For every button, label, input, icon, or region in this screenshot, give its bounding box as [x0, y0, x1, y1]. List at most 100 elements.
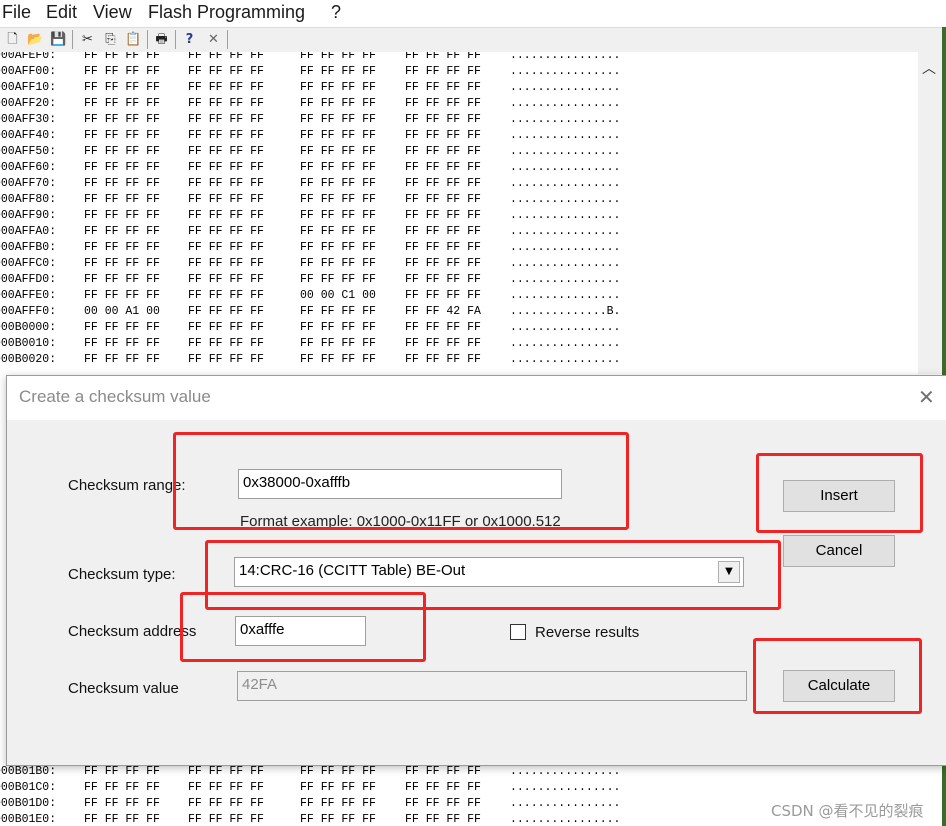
hex-bytes-group: FF FF FF FF — [188, 113, 264, 126]
hex-ascii: ................ — [510, 813, 621, 826]
hex-bytes-group: FF FF FF FF — [188, 797, 264, 810]
hex-bytes-group: FF FF FF FF — [405, 97, 481, 110]
hex-bytes-group: FF FF FF FF — [188, 52, 264, 62]
hex-ascii: ................ — [510, 65, 621, 78]
hex-bytes-group: FF FF FF FF — [84, 241, 160, 254]
chevron-up-icon[interactable]: ︿ — [922, 58, 936, 78]
insert-button[interactable]: Insert — [783, 480, 895, 512]
hex-bytes-group: FF FF FF FF — [188, 129, 264, 142]
hex-address: 000AFFB0: — [0, 241, 57, 254]
hex-ascii: ................ — [510, 177, 621, 190]
calculate-button[interactable]: Calculate — [783, 670, 895, 702]
hex-bytes-group: FF FF FF FF — [405, 321, 481, 334]
reverse-results-checkbox[interactable] — [510, 624, 526, 640]
cancel-button[interactable]: Cancel — [783, 535, 895, 567]
vertical-scrollbar[interactable]: ︿ — [918, 52, 942, 374]
hex-bytes-group: FF FF FF FF — [405, 241, 481, 254]
hex-ascii: ................ — [510, 193, 621, 206]
help-icon[interactable]: ? — [181, 31, 198, 48]
hex-ascii: ................ — [510, 161, 621, 174]
checksum-range-label: Checksum range: — [68, 477, 186, 494]
hex-address: 000AFF20: — [0, 97, 57, 110]
checksum-type-label: Checksum type: — [68, 566, 176, 583]
hex-bytes-group: FF FF FF FF — [84, 765, 160, 778]
hex-bytes-group: FF FF FF FF — [300, 241, 376, 254]
hex-address: 000AFFA0: — [0, 225, 57, 238]
hex-bytes-group: FF FF FF FF — [84, 81, 160, 94]
hex-bytes-group: FF FF FF FF — [405, 145, 481, 158]
hex-bytes-group: FF FF FF FF — [300, 177, 376, 190]
hex-address: 000B0020: — [0, 353, 57, 366]
hex-bytes-group: FF FF FF FF — [188, 337, 264, 350]
hex-address: 000B0010: — [0, 337, 57, 350]
hex-bytes-group: FF FF FF FF — [300, 257, 376, 270]
print-icon[interactable]: 🖶 — [153, 31, 170, 48]
hex-address: 000AFFD0: — [0, 273, 57, 286]
checksum-value-output: 42FA — [237, 671, 747, 701]
menu-flash-programming[interactable]: Flash Programming — [148, 2, 305, 23]
hex-ascii: ................ — [510, 145, 621, 158]
hex-address: 000AFF90: — [0, 209, 57, 222]
menu-edit[interactable]: Edit — [46, 2, 77, 23]
checksum-address-label: Checksum address — [68, 623, 197, 640]
hex-ascii: ................ — [510, 257, 621, 270]
checksum-dialog: Create a checksum value ✕ Checksum range… — [6, 375, 946, 766]
hex-bytes-group: FF FF FF FF — [300, 353, 376, 366]
toolbar-separator — [147, 30, 148, 49]
hex-bytes-group: FF FF FF FF — [300, 209, 376, 222]
hex-address: 000AFF80: — [0, 193, 57, 206]
open-folder-icon[interactable]: 📂 — [27, 31, 44, 48]
chevron-down-icon[interactable]: ▼ — [718, 561, 740, 583]
hex-ascii: ..............B. — [510, 305, 621, 318]
hex-bytes-group: FF FF FF FF — [188, 209, 264, 222]
hex-bytes-group: FF FF FF FF — [84, 145, 160, 158]
hex-bytes-group: FF FF FF FF — [188, 305, 264, 318]
hex-bytes-group: FF FF FF FF — [188, 241, 264, 254]
hex-bytes-group: FF FF FF FF — [405, 209, 481, 222]
hex-bytes-group: FF FF FF FF — [300, 321, 376, 334]
hex-address: 000B0000: — [0, 321, 57, 334]
menu-file[interactable]: File — [2, 2, 31, 23]
close-icon[interactable]: ✕ — [918, 385, 935, 409]
menu-view[interactable]: View — [93, 2, 132, 23]
hex-bytes-group: FF FF FF FF — [188, 193, 264, 206]
hex-bytes-group: FF FF FF FF — [84, 65, 160, 78]
paste-icon[interactable]: 📋 — [125, 31, 142, 48]
hex-address: 000AFFE0: — [0, 289, 57, 302]
hex-bytes-group: FF FF FF FF — [405, 781, 481, 794]
hex-bytes-group: FF FF FF FF — [84, 337, 160, 350]
hex-bytes-group: FF FF FF FF — [84, 273, 160, 286]
hex-bytes-group: FF FF FF FF — [84, 209, 160, 222]
hex-ascii: ................ — [510, 241, 621, 254]
hex-bytes-group: FF FF FF FF — [188, 145, 264, 158]
hex-bytes-group: FF FF FF FF — [84, 289, 160, 302]
hex-bytes-group: FF FF FF FF — [300, 797, 376, 810]
hex-address: 000AFFC0: — [0, 257, 57, 270]
checksum-type-select[interactable]: 14:CRC-16 (CCITT Table) BE-Out ▼ — [234, 557, 744, 587]
hex-address: 000B01B0: — [0, 765, 57, 778]
hex-bytes-group: 00 00 C1 00 — [300, 289, 376, 302]
hex-bytes-group: FF FF FF FF — [188, 225, 264, 238]
checksum-address-input[interactable]: 0xafffe — [235, 616, 366, 646]
hex-bytes-group: FF FF FF FF — [300, 765, 376, 778]
hex-bytes-group: FF FF FF FF — [188, 765, 264, 778]
hex-bytes-group: FF FF FF FF — [300, 145, 376, 158]
hex-address: 000AFF50: — [0, 145, 57, 158]
dialog-titlebar[interactable]: Create a checksum value ✕ — [7, 376, 946, 420]
hex-bytes-group: FF FF FF FF — [84, 797, 160, 810]
save-icon[interactable]: 💾 — [50, 31, 67, 48]
hex-address: 000AFF00: — [0, 65, 57, 78]
hex-ascii: ................ — [510, 129, 621, 142]
new-file-icon[interactable]: 🗋 — [4, 31, 21, 48]
menu-help[interactable]: ? — [331, 2, 341, 23]
hex-ascii: ................ — [510, 289, 621, 302]
close-icon[interactable]: ✕ — [205, 31, 222, 48]
checksum-range-input[interactable]: 0x38000-0xafffb — [238, 469, 562, 499]
hex-bytes-group: FF FF FF FF — [188, 97, 264, 110]
hex-bytes-group: FF FF FF FF — [405, 273, 481, 286]
copy-icon[interactable]: ⎘ — [102, 31, 119, 48]
cut-icon[interactable]: ✂ — [79, 31, 96, 48]
hex-bytes-group: FF FF FF FF — [188, 257, 264, 270]
menu-bar: File Edit View Flash Programming ? — [0, 0, 946, 27]
hex-bytes-group: FF FF FF FF — [300, 273, 376, 286]
